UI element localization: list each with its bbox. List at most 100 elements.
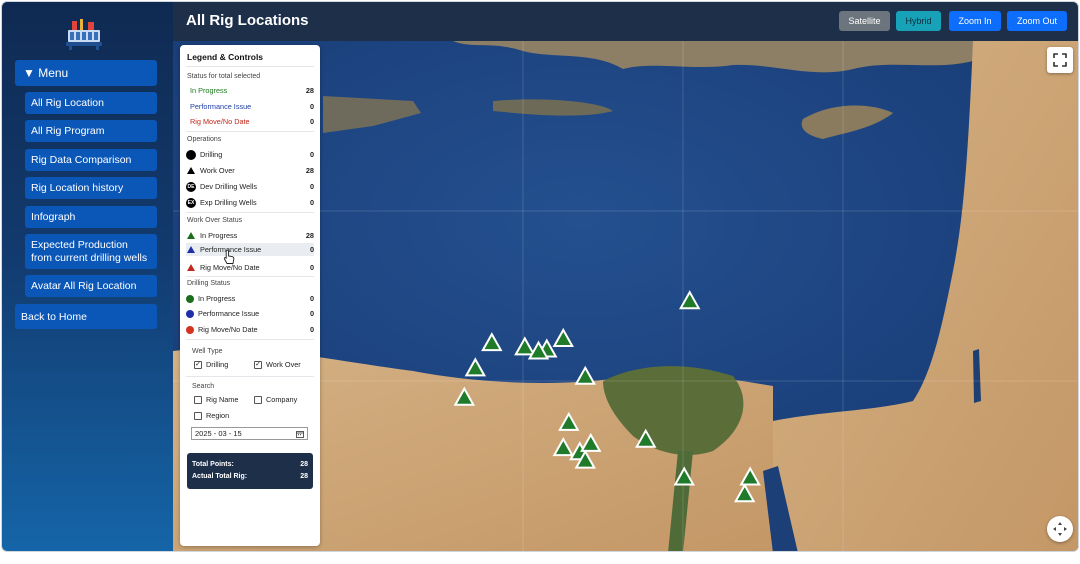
status-performance-value: 0 — [309, 102, 314, 111]
zoom-out-button[interactable]: Zoom Out — [1007, 11, 1067, 31]
checkbox-checked-icon: ✓ — [254, 360, 262, 369]
blue-triangle-icon — [187, 246, 195, 253]
workover-rig-move-value: 0 — [309, 263, 314, 272]
drilling-performance-row: Performance Issue 0 — [186, 307, 314, 320]
calendar-icon[interactable] — [296, 430, 304, 438]
workover-rig-move-label: Rig Move/No Date — [200, 263, 260, 272]
total-points-value: 28 — [300, 461, 308, 468]
page-title: All Rig Locations — [186, 12, 309, 29]
black-circle-icon — [186, 149, 196, 160]
status-performance-row: Performance Issue 0 — [186, 100, 314, 113]
operation-exp-drilling-value: 0 — [309, 198, 314, 207]
divider — [186, 376, 314, 377]
exp-badge-icon: EX — [186, 197, 196, 208]
fullscreen-button[interactable] — [1047, 47, 1073, 73]
date-input[interactable]: 2025 - 03 - 15 — [191, 427, 308, 440]
fullscreen-icon — [1053, 53, 1067, 67]
divider — [186, 339, 314, 340]
status-rig-move-value: 0 — [309, 117, 314, 126]
workover-in-progress-label: In Progress — [200, 231, 238, 240]
drilling-in-progress-value: 0 — [309, 294, 314, 303]
workover-performance-row[interactable]: Performance Issue 0 — [186, 243, 314, 256]
green-triangle-icon — [187, 232, 195, 239]
satellite-button[interactable]: Satellite — [839, 11, 890, 31]
sidebar-item-rig-location-history[interactable]: Rig Location history — [25, 177, 157, 199]
status-section-title: Status for total selected — [187, 73, 261, 80]
sidebar-item-all-rig-location[interactable]: All Rig Location — [25, 92, 157, 114]
sidebar-item-all-rig-program[interactable]: All Rig Program — [25, 120, 157, 142]
blue-dot-icon — [186, 309, 194, 318]
status-in-progress-label: In Progress — [190, 86, 228, 95]
drilling-rig-move-label: Rig Move/No Date — [198, 325, 258, 334]
header-bar: All Rig Locations Satellite Hybrid Zoom … — [173, 2, 1078, 41]
search-section-title: Search — [192, 383, 215, 390]
search-company-checkbox[interactable]: Company — [254, 395, 297, 404]
divider — [186, 66, 314, 67]
checkbox-checked-icon: ✓ — [194, 360, 202, 369]
divider — [186, 212, 314, 213]
pan-arrows-icon — [1053, 522, 1067, 536]
operation-dev-drilling-value: 0 — [309, 182, 314, 191]
search-region-checkbox[interactable]: Region — [194, 411, 229, 420]
legend-title: Legend & Controls — [187, 52, 264, 62]
operations-section-title: Operations — [187, 136, 222, 143]
workover-performance-label: Performance Issue — [200, 245, 262, 254]
well-type-workover-checkbox[interactable]: ✓ Work Over — [254, 360, 301, 369]
operation-drilling-label: Drilling — [200, 150, 223, 159]
divider — [186, 276, 314, 277]
operation-drilling-row: Drilling 0 — [186, 148, 314, 161]
checkbox-unchecked-icon — [194, 411, 202, 420]
search-rig-name-checkbox[interactable]: Rig Name — [194, 395, 238, 404]
hybrid-button[interactable]: Hybrid — [896, 11, 941, 31]
drilling-in-progress-label: In Progress — [198, 294, 236, 303]
actual-total-rig-label: Actual Total Rig: — [192, 473, 248, 480]
checkbox-unchecked-icon — [254, 395, 262, 404]
drilling-rig-move-row: Rig Move/No Date 0 — [186, 323, 314, 336]
workover-performance-value: 0 — [309, 245, 314, 254]
map-pan-control-button[interactable] — [1047, 516, 1073, 542]
sidebar-item-avatar-all-rig-location[interactable]: Avatar All Rig Location — [25, 275, 157, 297]
well-type-drilling-label: Drilling — [206, 360, 229, 369]
workover-section-title: Work Over Status — [187, 217, 243, 224]
well-type-drilling-checkbox[interactable]: ✓ Drilling — [194, 360, 228, 369]
sidebar-item-expected-production[interactable]: Expected Production from current drillin… — [25, 234, 157, 269]
search-company-label: Company — [266, 395, 298, 404]
hand-cursor-icon — [223, 249, 235, 264]
actual-total-rig-row: Actual Total Rig: 28 — [192, 473, 308, 480]
status-performance-label: Performance Issue — [190, 102, 252, 111]
drilling-performance-label: Performance Issue — [198, 309, 260, 318]
status-in-progress-value: 28 — [305, 86, 314, 95]
legend-controls-panel: Legend & Controls Status for total selec… — [180, 45, 320, 546]
well-type-section-title: Well Type — [192, 348, 223, 355]
drilling-status-section-title: Drilling Status — [187, 280, 231, 287]
divider — [186, 131, 314, 132]
date-value: 2025 - 03 - 15 — [195, 429, 242, 438]
status-rig-move-label: Rig Move/No Date — [190, 117, 250, 126]
red-dot-icon — [186, 325, 194, 334]
oil-rig-logo-icon — [66, 19, 102, 50]
drilling-rig-move-value: 0 — [309, 325, 314, 334]
zoom-in-button[interactable]: Zoom In — [949, 11, 1001, 31]
dev-badge-icon: DE — [186, 181, 196, 192]
drilling-in-progress-row: In Progress 0 — [186, 292, 314, 305]
sidebar-item-rig-data-comparison[interactable]: Rig Data Comparison — [25, 149, 157, 171]
red-triangle-icon — [187, 264, 195, 271]
operation-workover-row: Work Over 28 — [186, 164, 314, 177]
search-region-label: Region — [206, 411, 230, 420]
back-to-home-button[interactable]: Back to Home — [15, 304, 157, 329]
checkbox-unchecked-icon — [194, 395, 202, 404]
workover-rig-move-row: Rig Move/No Date 0 — [186, 261, 314, 274]
sidebar-item-infograph[interactable]: Infograph — [25, 206, 157, 228]
well-type-workover-label: Work Over — [266, 360, 301, 369]
totals-box: Total Points: 28 Actual Total Rig: 28 — [187, 453, 313, 489]
green-dot-icon — [186, 294, 194, 303]
operation-workover-value: 28 — [305, 166, 314, 175]
operation-exp-drilling-row: EX Exp Drilling Wells 0 — [186, 196, 314, 209]
black-triangle-icon — [187, 167, 195, 174]
sidebar: ▼ Menu All Rig Location All Rig Program … — [2, 2, 173, 551]
workover-in-progress-row: In Progress 28 — [186, 229, 314, 242]
total-points-row: Total Points: 28 — [192, 461, 308, 468]
operation-dev-drilling-row: DE Dev Drilling Wells 0 — [186, 180, 314, 193]
menu-toggle-button[interactable]: ▼ Menu — [15, 60, 157, 86]
operation-drilling-value: 0 — [309, 150, 314, 159]
